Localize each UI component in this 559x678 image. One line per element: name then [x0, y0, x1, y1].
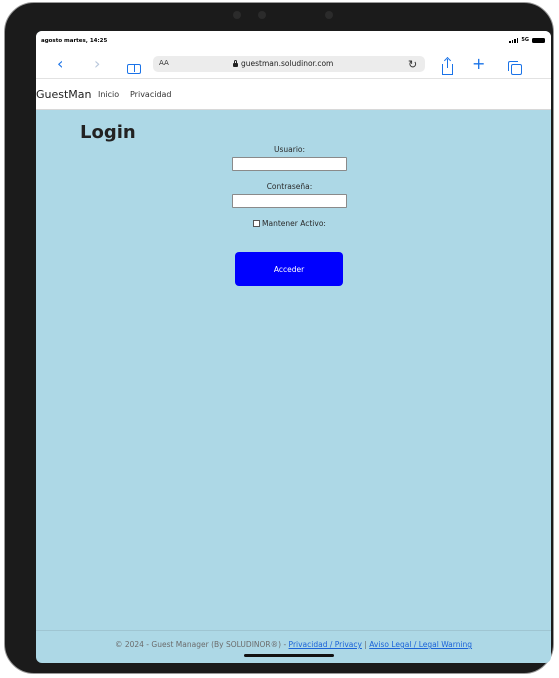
footer-separator: |	[364, 640, 367, 649]
camera-icon	[325, 11, 333, 19]
bookmarks-icon[interactable]	[127, 60, 141, 78]
privacy-link[interactable]: Privacidad / Privacy	[289, 640, 362, 649]
status-indicators: 5G	[509, 37, 545, 43]
share-icon[interactable]	[442, 59, 453, 79]
reload-icon[interactable]: ↻	[408, 58, 417, 71]
home-indicator	[244, 654, 334, 657]
screen: agosto martes, 14:25 5G ‹ › AA guestman.…	[36, 31, 551, 663]
url-display[interactable]: guestman.soludinor.com	[233, 59, 333, 68]
keep-active-row: Mantener Activo:	[232, 219, 347, 228]
site-navbar: GuestMan Inicio Privacidad	[36, 79, 551, 110]
lock-icon	[233, 59, 238, 67]
legal-link[interactable]: Aviso Legal / Legal Warning	[369, 640, 472, 649]
camera-icon	[258, 11, 266, 19]
password-label: Contraseña:	[266, 182, 313, 191]
username-input[interactable]	[232, 157, 347, 171]
brand-link[interactable]: GuestMan	[36, 88, 92, 101]
address-bar[interactable]: AA guestman.soludinor.com	[153, 56, 425, 72]
chevron-left-icon[interactable]: ‹	[57, 55, 63, 73]
network-label: 5G	[521, 37, 529, 43]
nav-link-inicio[interactable]: Inicio	[98, 90, 119, 99]
signal-icon	[509, 37, 519, 43]
username-label: Usuario:	[273, 145, 306, 154]
camera-icon	[233, 11, 241, 19]
keep-active-label: Mantener Activo:	[262, 219, 326, 228]
footer-copyright: © 2024 - Guest Manager (By SOLUDINOR®) -	[114, 640, 287, 649]
text-size-button[interactable]: AA	[159, 59, 169, 67]
page-title: Login	[80, 122, 136, 143]
status-time: agosto martes, 14:25	[41, 38, 108, 44]
browser-toolbar: ‹ › AA guestman.soludinor.com ↻ +	[36, 51, 551, 79]
tabs-icon[interactable]	[508, 61, 522, 79]
tablet-bezel: agosto martes, 14:25 5G ‹ › AA guestman.…	[4, 2, 554, 674]
status-bar: agosto martes, 14:25 5G	[36, 31, 551, 51]
password-input[interactable]	[232, 194, 347, 208]
nav-link-privacidad[interactable]: Privacidad	[130, 90, 172, 99]
keep-active-checkbox[interactable]	[253, 220, 261, 227]
submit-button[interactable]: Acceder	[235, 252, 343, 286]
plus-icon[interactable]: +	[472, 55, 485, 73]
footer: © 2024 - Guest Manager (By SOLUDINOR®) -…	[36, 630, 551, 649]
battery-icon	[532, 37, 545, 43]
url-text: guestman.soludinor.com	[241, 59, 334, 68]
chevron-right-icon[interactable]: ›	[94, 55, 100, 73]
